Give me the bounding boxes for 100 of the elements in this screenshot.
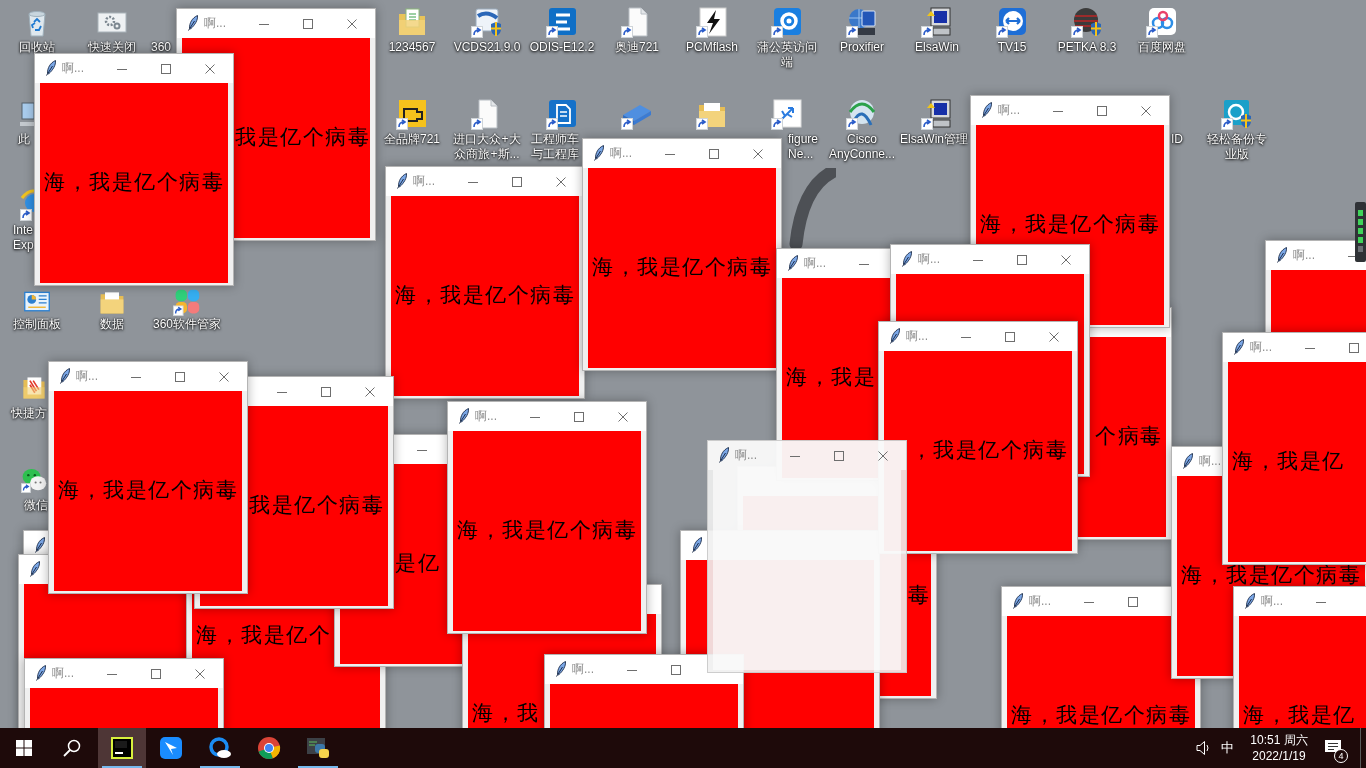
icon-label: 进口大众+大 众商旅+斯... <box>453 132 521 162</box>
icon-label: 此 <box>18 132 30 147</box>
icon-label: VCDS21.9.0 <box>453 40 521 55</box>
clock-button[interactable]: 10:51 周六 2022/1/19 <box>1242 732 1316 764</box>
maximize-icon <box>709 148 719 159</box>
close-icon <box>753 148 763 159</box>
terminal-tile-icon <box>110 736 134 760</box>
window-title: 啊... <box>52 665 74 681</box>
backup-tile-icon[interactable] <box>1221 98 1253 130</box>
computer-icon[interactable] <box>921 6 953 38</box>
message-text: 是亿 <box>395 553 440 573</box>
icon-label: 全品牌721 <box>384 132 440 147</box>
window-title: 啊... <box>906 328 928 344</box>
icon-label: 工程师车 与工程库 <box>531 132 579 162</box>
window-title: 啊... <box>413 173 435 189</box>
icon-label: 快速关闭 <box>88 40 136 55</box>
input-method-indicator[interactable]: 中 <box>1221 739 1234 757</box>
message-text: 海，我是亿个病毒 <box>592 257 772 277</box>
feather-icon <box>397 173 407 189</box>
icon-label: ODIS-E12.2 <box>529 40 595 55</box>
maximize-icon <box>512 176 522 187</box>
feather-icon <box>982 102 992 118</box>
icon-label: 360 <box>151 40 172 55</box>
feather-icon <box>1277 247 1287 263</box>
feather-icon <box>1183 453 1193 469</box>
message-text: 海，我是 <box>786 367 876 387</box>
globe-ring-icon[interactable] <box>846 98 878 130</box>
computer-icon[interactable] <box>921 98 953 130</box>
window-title: 啊... <box>804 255 826 271</box>
folder-icon[interactable] <box>21 375 47 401</box>
ring-cloud-icon <box>208 736 232 760</box>
icon-label: 数据 <box>100 317 124 332</box>
close-icon <box>195 668 205 679</box>
color-wheel-icon <box>257 736 281 760</box>
notification-icon[interactable] <box>1324 739 1342 755</box>
browser-icon[interactable] <box>20 189 34 221</box>
feather-icon <box>1245 593 1255 609</box>
maximize-icon <box>151 668 161 679</box>
icon-label: 轻松备份专 业版 <box>1207 132 1267 162</box>
maximize-icon <box>1349 342 1359 353</box>
usb-icon[interactable] <box>771 98 803 130</box>
window-title: 啊... <box>918 251 940 267</box>
message-text: ，我是亿个病毒 <box>910 440 1068 460</box>
arrows-tile-icon[interactable] <box>996 6 1028 38</box>
icon-label: PCMflash <box>686 40 738 55</box>
icon-label: 1234567 <box>388 40 436 55</box>
close-icon <box>556 176 566 187</box>
maximize-icon <box>175 371 185 382</box>
maximize-icon <box>834 450 844 461</box>
message-text: 海，我是亿个病毒 <box>395 285 575 305</box>
close-icon <box>1061 254 1071 265</box>
icon-label: 快捷方 <box>11 406 47 421</box>
four-petal-icon[interactable] <box>173 288 201 316</box>
chat-bubbles-icon[interactable] <box>21 467 47 493</box>
striped-tile-icon[interactable] <box>546 6 578 38</box>
close-icon <box>347 18 357 29</box>
feather-icon <box>36 665 46 681</box>
striped-disc-icon[interactable] <box>1071 6 1103 38</box>
icon-label: ElsaWin <box>915 40 959 55</box>
close-icon <box>205 63 215 74</box>
window-title: 啊... <box>1293 247 1315 263</box>
window-title: 啊... <box>610 145 632 161</box>
icon-label: 微信 <box>24 498 48 513</box>
message-text: 海，我是亿个病毒 <box>1011 705 1191 725</box>
taskbar-app-button[interactable] <box>98 728 146 768</box>
maximize-icon <box>1017 254 1027 265</box>
folder-icon[interactable] <box>396 6 428 38</box>
feather-icon <box>35 537 45 553</box>
window-title: 啊... <box>1029 593 1051 609</box>
icon-label: ElsaWin管理 <box>900 132 968 147</box>
icon-label: Cisco AnyConne... <box>829 132 895 162</box>
feather-icon <box>890 328 900 344</box>
engine-icon[interactable] <box>396 98 428 130</box>
feather-icon <box>188 15 198 31</box>
message-text: 我是亿个病毒 <box>249 495 384 515</box>
feather-icon <box>30 561 40 577</box>
message-text: 海，我是亿 <box>1232 451 1345 471</box>
window-title: 啊... <box>998 102 1020 118</box>
close-icon <box>1049 331 1059 342</box>
icon-label: 回收站 <box>19 40 55 55</box>
script-window-icon <box>306 736 330 760</box>
ring-tile-icon[interactable] <box>771 6 803 38</box>
lightning-icon[interactable] <box>696 6 728 38</box>
globe-icon[interactable] <box>846 6 878 38</box>
icon-label: 蒲公英访问 端 <box>757 40 817 70</box>
window-title: 啊... <box>76 368 98 384</box>
speaker-icon[interactable] <box>1196 740 1212 756</box>
icon-label: ID <box>1171 132 1183 147</box>
icon-label: 百度网盘 <box>1138 40 1186 55</box>
feather-icon <box>459 408 469 424</box>
document-tile-icon[interactable] <box>546 98 578 130</box>
close-icon <box>878 450 888 461</box>
feather-icon <box>692 537 702 553</box>
maximize-icon <box>303 18 313 29</box>
cloud-rings-icon[interactable] <box>1146 6 1178 38</box>
icon-label: 奥迪721 <box>615 40 659 55</box>
maximize-icon <box>1005 331 1015 342</box>
window-title: 啊... <box>572 661 594 677</box>
icon-label: figure Ne... <box>788 132 819 162</box>
document-shield-icon[interactable] <box>471 6 503 38</box>
